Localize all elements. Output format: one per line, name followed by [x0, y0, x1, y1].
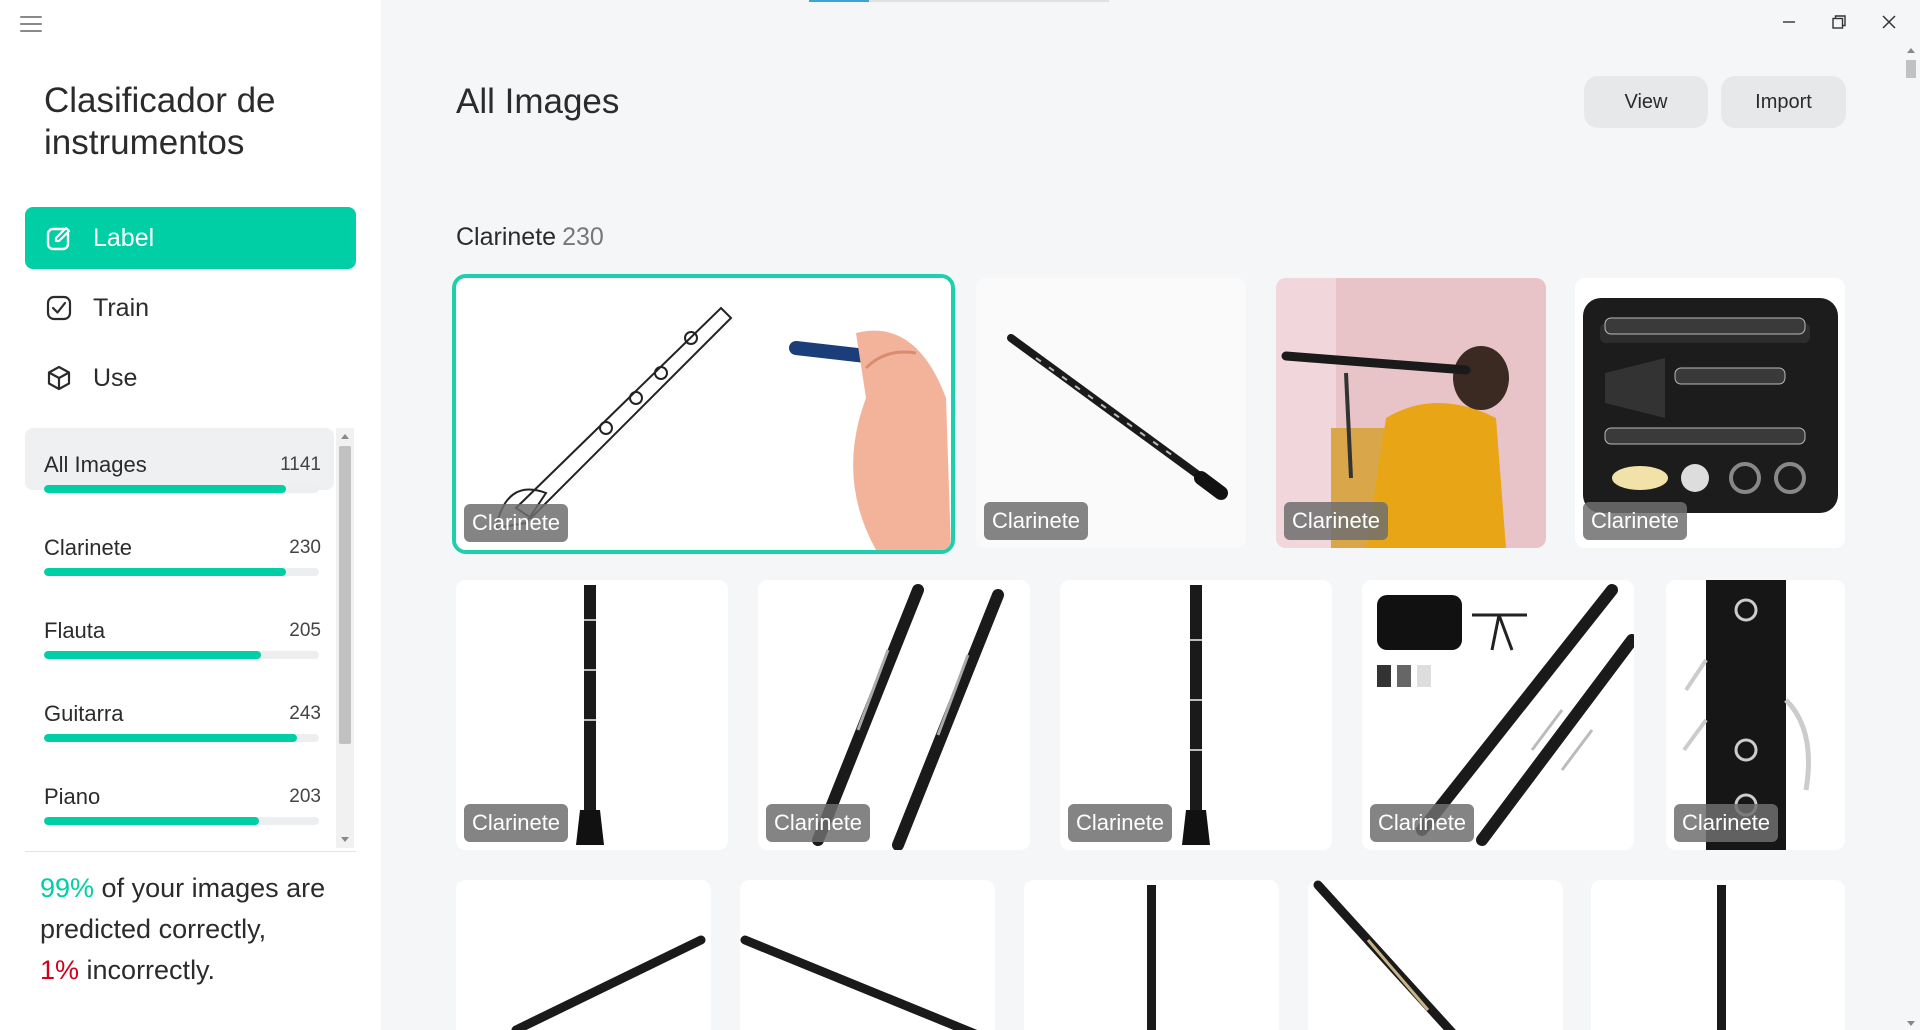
class-list: All Images 1141 Clarinete 230 Flauta 205… — [25, 428, 355, 848]
image-card[interactable]: Clarinete — [1575, 278, 1845, 548]
image-label-tag: Clarinete — [464, 504, 569, 542]
class-progress-bar — [44, 485, 319, 493]
scrollbar-thumb[interactable] — [1906, 60, 1916, 78]
section-name: Clarinete — [456, 223, 557, 251]
nav-item-train[interactable]: Train — [25, 277, 356, 339]
edit-icon — [43, 222, 75, 254]
class-count: 1141 — [280, 454, 321, 475]
close-icon[interactable] — [1869, 8, 1909, 36]
class-name: Flauta — [44, 618, 106, 643]
class-count: 243 — [289, 703, 321, 724]
nav-item-label-text: Label — [93, 223, 155, 252]
nav-item-use[interactable]: Use — [25, 347, 356, 409]
class-count: 205 — [289, 620, 321, 641]
class-item-piano[interactable]: Piano 203 — [25, 760, 334, 825]
image-label-tag: Clarinete — [464, 804, 569, 842]
accuracy-stats: 99% of your images are predicted correct… — [40, 868, 360, 991]
section-title: Clarinete 230 — [456, 223, 604, 252]
class-item-flauta[interactable]: Flauta 205 — [25, 594, 334, 659]
image-card[interactable] — [456, 880, 711, 1030]
import-button[interactable]: Import — [1721, 76, 1846, 128]
class-list-scrollbar[interactable] — [336, 428, 354, 848]
image-card[interactable]: Clarinete — [1362, 580, 1634, 850]
incorrect-text: incorrectly. — [79, 955, 216, 985]
image-card[interactable]: Clarinete — [1276, 278, 1546, 548]
image-card[interactable] — [1591, 880, 1845, 1030]
section-count: 230 — [562, 223, 604, 251]
scrollbar-thumb[interactable] — [339, 446, 351, 744]
image-card[interactable]: Clarinete — [1060, 580, 1332, 850]
page-title: All Images — [456, 82, 620, 121]
image-label-tag: Clarinete — [1370, 804, 1475, 842]
image-card[interactable]: Clarinete — [758, 580, 1030, 850]
image-card[interactable]: Clarinete — [976, 278, 1246, 548]
incorrect-percent: 1% — [40, 955, 80, 985]
divider — [25, 851, 356, 852]
clarinet-image — [456, 880, 711, 1030]
clarinet-image — [1308, 880, 1563, 1030]
scroll-up-icon[interactable] — [341, 434, 349, 439]
menu-icon[interactable] — [20, 16, 42, 32]
scroll-up-icon[interactable] — [1907, 48, 1915, 53]
correct-percent: 99% — [40, 873, 95, 903]
class-count: 230 — [289, 537, 321, 558]
image-label-tag: Clarinete — [1674, 804, 1779, 842]
scroll-down-icon[interactable] — [341, 837, 349, 842]
cube-icon — [43, 362, 75, 394]
image-card[interactable]: Clarinete — [1666, 580, 1845, 850]
image-card[interactable] — [1308, 880, 1563, 1030]
app-title: Clasificador de instrumentos — [44, 81, 276, 162]
scroll-down-icon[interactable] — [1907, 1021, 1915, 1026]
class-name: Guitarra — [44, 701, 124, 726]
class-item-clarinete[interactable]: Clarinete 230 — [25, 511, 334, 576]
clarinet-image — [740, 880, 995, 1030]
class-item-all-images[interactable]: All Images 1141 — [25, 428, 334, 493]
class-progress-bar — [44, 651, 319, 659]
loading-indicator — [809, 0, 1109, 2]
class-name: All Images — [44, 452, 147, 477]
image-label-tag: Clarinete — [766, 804, 871, 842]
class-name: Piano — [44, 784, 101, 809]
image-card[interactable] — [740, 880, 995, 1030]
nav: Label Train Use — [25, 207, 356, 417]
image-card[interactable] — [1024, 880, 1279, 1030]
image-label-tag: Clarinete — [1068, 804, 1173, 842]
main-area: All Images View Import Clarinete 230 Clar… — [381, 0, 1920, 1030]
minimize-icon[interactable] — [1769, 8, 1809, 36]
checkbox-icon — [43, 292, 75, 324]
class-name: Clarinete — [44, 535, 133, 560]
class-progress-bar — [44, 568, 319, 576]
image-card[interactable]: Clarinete — [452, 274, 955, 554]
view-button[interactable]: View — [1584, 76, 1708, 128]
image-label-tag: Clarinete — [1284, 502, 1389, 540]
class-item-guitarra[interactable]: Guitarra 243 — [25, 677, 334, 742]
image-label-tag: Clarinete — [1583, 502, 1688, 540]
class-progress-bar — [44, 734, 319, 742]
restore-icon[interactable] — [1819, 8, 1859, 36]
nav-item-train-text: Train — [93, 293, 150, 322]
main-scrollbar[interactable] — [1902, 44, 1920, 1030]
class-progress-bar — [44, 817, 319, 825]
image-label-tag: Clarinete — [984, 502, 1089, 540]
class-count: 203 — [289, 786, 321, 807]
nav-item-label[interactable]: Label — [25, 207, 356, 269]
image-card[interactable]: Clarinete — [456, 580, 728, 850]
sidebar: Clasificador de instrumentos Label Train… — [0, 0, 381, 1030]
clarinet-image — [1024, 880, 1279, 1030]
nav-item-use-text: Use — [93, 363, 138, 392]
clarinet-image — [1591, 880, 1845, 1030]
